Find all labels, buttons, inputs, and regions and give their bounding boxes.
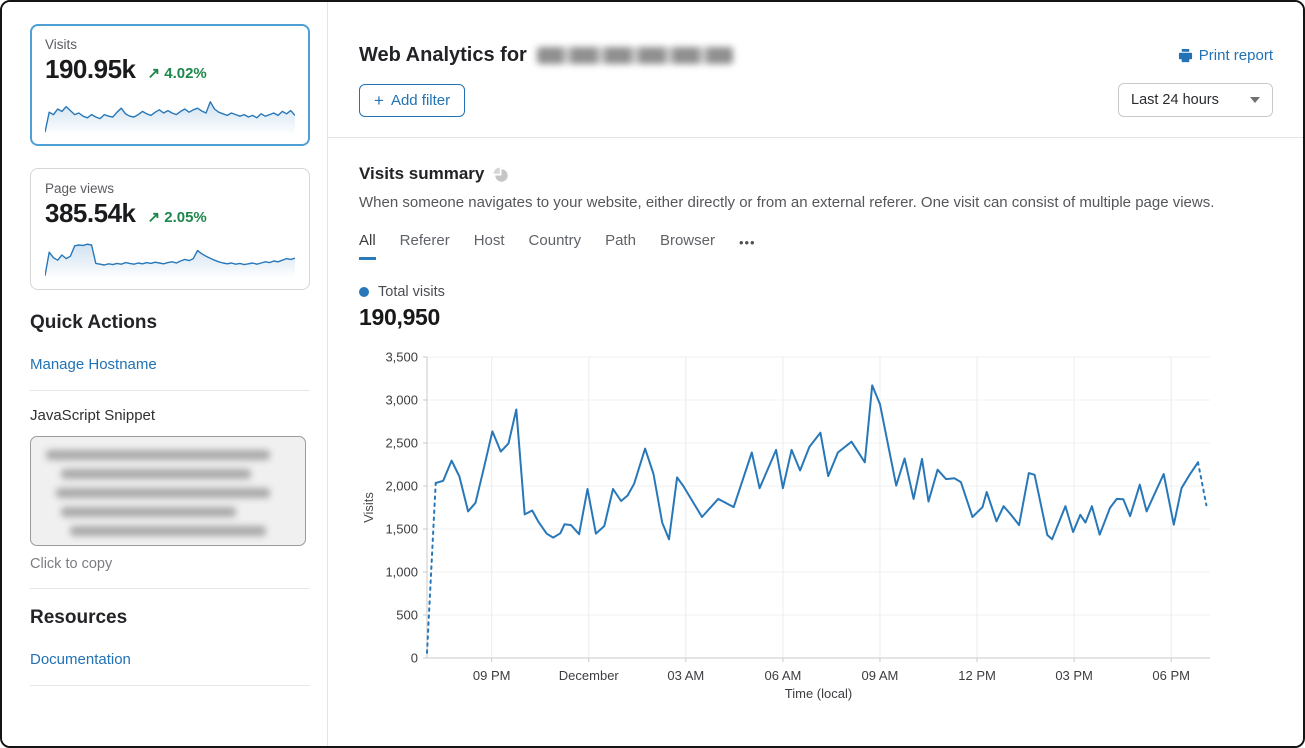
svg-text:December: December (559, 668, 620, 683)
click-to-copy-hint: Click to copy (30, 556, 309, 572)
svg-text:Time (local): Time (local) (785, 686, 852, 701)
svg-text:0: 0 (411, 651, 418, 666)
main-content: Web Analytics for Print report + Add fil… (328, 2, 1303, 746)
svg-text:09 PM: 09 PM (473, 668, 511, 683)
page-title: Web Analytics for (359, 44, 527, 67)
svg-text:03 PM: 03 PM (1055, 668, 1093, 683)
svg-text:500: 500 (396, 608, 418, 623)
metric-label: Page views (45, 181, 295, 196)
svg-text:09 AM: 09 AM (862, 668, 899, 683)
total-visits-value: 190,950 (359, 304, 1273, 331)
javascript-snippet-label: JavaScript Snippet (30, 407, 309, 424)
printer-icon (1178, 48, 1193, 63)
manage-hostname-link[interactable]: Manage Hostname (30, 356, 157, 373)
tab-host[interactable]: Host (474, 232, 505, 260)
time-range-value: Last 24 hours (1131, 92, 1219, 108)
svg-text:06 AM: 06 AM (764, 668, 801, 683)
metric-label: Visits (45, 37, 295, 52)
redacted-code-line (61, 507, 237, 517)
svg-text:12 PM: 12 PM (958, 668, 996, 683)
metric-value: 190.95k (45, 54, 135, 85)
divider (30, 588, 310, 589)
chevron-down-icon (1250, 97, 1260, 103)
tab-path[interactable]: Path (605, 232, 636, 260)
quick-actions-heading: Quick Actions (30, 312, 309, 334)
legend-label: Total visits (378, 284, 445, 300)
sidebar: Visits 190.95k ↗ 4.02% Page views 385.54… (2, 2, 328, 746)
redacted-domain (537, 47, 733, 64)
documentation-link[interactable]: Documentation (30, 651, 131, 668)
add-filter-label: Add filter (391, 92, 450, 109)
svg-text:2,500: 2,500 (385, 436, 418, 451)
resources-heading: Resources (30, 607, 309, 629)
visits-summary-description: When someone navigates to your website, … (359, 194, 1273, 211)
page-views-sparkline-chart (45, 233, 295, 279)
svg-text:1,500: 1,500 (385, 522, 418, 537)
chart-legend: Total visits (359, 284, 1273, 300)
series-dot-icon (359, 287, 369, 297)
svg-text:2,000: 2,000 (385, 479, 418, 494)
print-report-label: Print report (1199, 47, 1273, 64)
svg-text:3,000: 3,000 (385, 393, 418, 408)
svg-text:Visits: Visits (361, 492, 376, 523)
tab-all[interactable]: All (359, 232, 376, 260)
javascript-snippet-box[interactable] (30, 436, 306, 546)
redacted-code-line (46, 450, 270, 460)
divider (30, 685, 310, 686)
metric-card-page-views[interactable]: Page views 385.54k ↗ 2.05% (30, 168, 310, 290)
tab-country[interactable]: Country (529, 232, 582, 260)
redacted-code-line (56, 488, 271, 498)
pie-chart-help-icon[interactable] (492, 166, 508, 182)
metric-change-value: 4.02% (164, 65, 207, 82)
divider (30, 390, 310, 391)
visits-summary-title: Visits summary (359, 164, 484, 184)
trend-up-arrow-icon: ↗ (147, 65, 160, 82)
visits-sparkline-chart (45, 89, 295, 135)
tab-referer[interactable]: Referer (400, 232, 450, 260)
dimension-tabs: All Referer Host Country Path Browser ••… (359, 232, 1273, 260)
web-analytics-dashboard: Visits 190.95k ↗ 4.02% Page views 385.54… (0, 0, 1305, 748)
visits-chart-svg: 0 500 1,000 1,500 2,000 2,500 3,000 3,500 09 PM D… (359, 351, 1259, 703)
svg-text:3,500: 3,500 (385, 351, 418, 365)
metric-card-visits[interactable]: Visits 190.95k ↗ 4.02% (30, 24, 310, 146)
add-filter-button[interactable]: + Add filter (359, 84, 465, 117)
redacted-code-line (61, 469, 251, 479)
more-tabs-icon[interactable]: ••• (739, 235, 756, 258)
redacted-code-line (70, 526, 265, 536)
print-report-link[interactable]: Print report (1178, 47, 1273, 64)
metric-value: 385.54k (45, 198, 135, 229)
time-range-dropdown[interactable]: Last 24 hours (1118, 83, 1273, 117)
plus-icon: + (374, 92, 384, 109)
trend-up-indicator: ↗ 4.02% (147, 64, 206, 82)
tab-browser[interactable]: Browser (660, 232, 715, 260)
svg-text:06 PM: 06 PM (1152, 668, 1190, 683)
svg-text:03 AM: 03 AM (667, 668, 704, 683)
trend-up-indicator: ↗ 2.05% (147, 208, 206, 226)
trend-up-arrow-icon: ↗ (147, 209, 160, 226)
metric-change-value: 2.05% (164, 209, 207, 226)
svg-text:1,000: 1,000 (385, 565, 418, 580)
